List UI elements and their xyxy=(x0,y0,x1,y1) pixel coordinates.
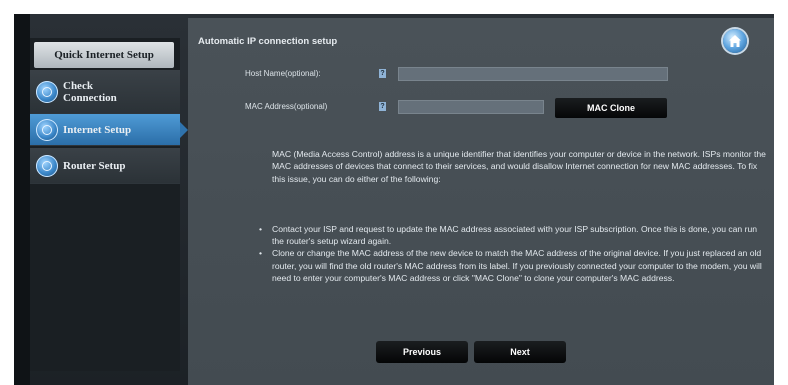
host-name-input[interactable] xyxy=(398,67,668,81)
mac-address-input[interactable] xyxy=(398,100,544,114)
list-item: Contact your ISP and request to update t… xyxy=(256,223,768,247)
home-icon xyxy=(729,35,741,47)
frame-edge xyxy=(14,14,30,385)
mac-clone-button[interactable]: MAC Clone xyxy=(555,98,667,118)
previous-button[interactable]: Previous xyxy=(376,341,468,363)
help-icon[interactable]: ? xyxy=(379,102,386,111)
sidebar-item-check-connection[interactable]: Check Connection xyxy=(30,70,180,114)
globe-icon xyxy=(36,118,58,141)
host-name-label: Host Name(optional): xyxy=(245,69,321,78)
mac-description: MAC (Media Access Control) address is a … xyxy=(272,149,766,184)
sidebar-item-label-line2: Connection xyxy=(63,91,117,104)
page-title: Automatic IP connection setup xyxy=(198,36,338,47)
sidebar-item-label: Check Connection xyxy=(63,80,117,104)
sidebar-item-label-line1: Check xyxy=(63,79,93,92)
globe-icon xyxy=(36,154,58,177)
sidebar-header: Quick Internet Setup xyxy=(34,42,174,68)
sidebar-item-router-setup[interactable]: Router Setup xyxy=(30,148,180,184)
sidebar-item-label: Internet Setup xyxy=(63,123,132,136)
home-button[interactable] xyxy=(723,29,747,53)
sidebar-item-internet-setup[interactable]: Internet Setup xyxy=(30,114,188,146)
option-list: Contact your ISP and request to update t… xyxy=(256,223,768,284)
help-icon[interactable]: ? xyxy=(379,69,386,78)
next-button[interactable]: Next xyxy=(474,341,566,363)
sidebar-item-label: Router Setup xyxy=(63,159,126,172)
list-item: Clone or change the MAC address of the n… xyxy=(256,247,768,284)
globe-icon xyxy=(36,80,58,103)
mac-address-label: MAC Address(optional) xyxy=(245,102,328,111)
